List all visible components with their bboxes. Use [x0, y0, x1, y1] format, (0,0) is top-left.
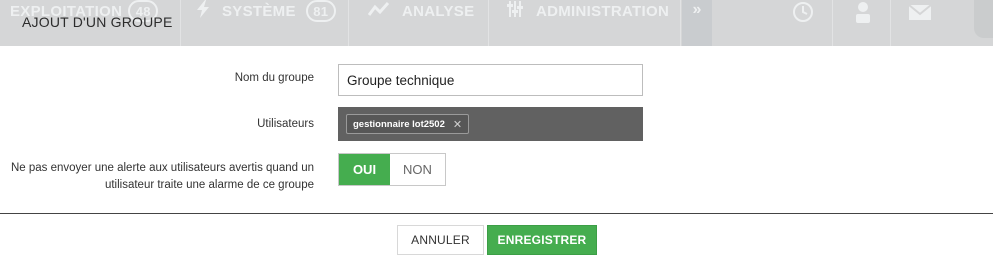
users-select-field[interactable]: gestionnaire lot2502 ✕ [338, 107, 643, 141]
sliders-icon [506, 0, 524, 22]
nav-edge-panel [974, 0, 993, 38]
nav-analyse: ANALYSE [367, 0, 475, 22]
modal-title: AJOUT D'UN GROUPE [22, 14, 173, 30]
users-label: Utilisateurs [257, 118, 314, 130]
nav-systeme-label: SYSTÈME [222, 2, 296, 20]
nav-systeme: SYSTÈME 81 [196, 0, 336, 22]
save-button[interactable]: ENREGISTRER [487, 225, 597, 255]
user-icon [850, 0, 876, 24]
nav-separator [890, 0, 891, 46]
nav-more-chevron: » [682, 0, 712, 46]
group-name-label: Nom du groupe [234, 72, 314, 84]
alert-option-label-line1: Ne pas envoyer une alerte aux utilisateu… [10, 162, 314, 174]
alert-option-label: Ne pas envoyer une alerte aux utilisateu… [0, 160, 314, 194]
nav-administration-label: ADMINISTRATION [536, 2, 670, 20]
lightning-icon [196, 0, 210, 22]
nav-systeme-badge: 81 [305, 0, 336, 22]
alert-option-label-line2: utilisateur traite une alarme de ce grou… [104, 179, 314, 191]
nav-analyse-label: ANALYSE [402, 2, 475, 20]
remove-tag-icon[interactable]: ✕ [453, 118, 462, 131]
nav-separator [488, 0, 489, 46]
nav-separator [348, 0, 349, 46]
group-name-input[interactable] [338, 64, 643, 96]
nav-separator [180, 0, 181, 46]
nav-separator [832, 0, 833, 46]
cancel-button[interactable]: ANNULER [397, 225, 484, 255]
mail-icon [906, 0, 934, 24]
clock-icon [790, 0, 816, 24]
alert-toggle: OUI NON [338, 153, 446, 186]
user-tag: gestionnaire lot2502 ✕ [346, 114, 470, 134]
user-tag-label: gestionnaire lot2502 [353, 118, 445, 130]
nav-administration: ADMINISTRATION [506, 0, 669, 22]
toggle-non-button[interactable]: NON [390, 154, 445, 185]
footer-divider [0, 213, 993, 214]
chart-line-icon [367, 1, 390, 21]
nav-separator [680, 0, 681, 46]
toggle-oui-button[interactable]: OUI [339, 154, 390, 185]
